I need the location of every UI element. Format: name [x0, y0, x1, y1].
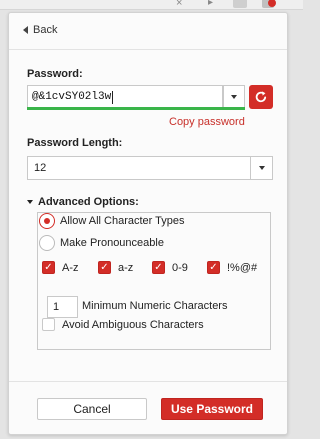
chevron-down-icon [231, 95, 237, 99]
checkmark-icon[interactable]: ✓ [98, 261, 111, 274]
copy-password-link[interactable]: Copy password [169, 116, 245, 128]
checkmark-icon[interactable]: ✓ [207, 261, 220, 274]
back-arrow-icon [23, 26, 28, 34]
checkbox-lowercase[interactable]: ✓ a-z [98, 261, 133, 274]
advanced-options-heading: Advanced Options: [38, 196, 139, 208]
password-input[interactable]: @&1cvSY02l3w [27, 85, 223, 108]
length-dropdown-toggle[interactable] [250, 157, 272, 179]
password-history-dropdown[interactable] [223, 85, 245, 108]
text-caret [112, 90, 114, 104]
use-password-button[interactable]: Use Password [161, 398, 263, 420]
checkbox-label: Avoid Ambiguous Characters [62, 318, 204, 331]
checkbox-label: A-z [62, 261, 79, 274]
password-generator-popup: Back Password: @&1cvSY02l3w Copy passwor… [8, 12, 288, 435]
back-button[interactable]: Back [23, 24, 57, 36]
cancel-button[interactable]: Cancel [37, 398, 147, 420]
chevron-down-icon [258, 166, 265, 170]
back-label: Back [33, 24, 58, 36]
password-strength-bar [27, 107, 245, 110]
nav-arrow-icon[interactable]: ▸ [208, 0, 213, 8]
minimum-numeric-label: Minimum Numeric Characters [82, 300, 228, 312]
checkbox-uppercase[interactable]: ✓ A-z [42, 261, 79, 274]
radio-make-pronounceable[interactable]: Make Pronounceable [39, 235, 164, 251]
lastpass-badge-icon [268, 0, 276, 7]
divider [9, 49, 287, 50]
password-length-label: Password Length: [27, 137, 123, 149]
checkbox-avoid-ambiguous[interactable]: Avoid Ambiguous Characters [42, 318, 204, 331]
extension-icon[interactable] [233, 0, 247, 8]
regenerate-password-button[interactable] [249, 85, 273, 109]
radio-unselected-icon[interactable] [39, 235, 55, 251]
checkbox-label: !%@# [227, 261, 258, 274]
refresh-icon [255, 91, 267, 103]
checkbox-empty-icon[interactable] [42, 318, 55, 331]
checkbox-numbers[interactable]: ✓ 0-9 [152, 261, 188, 274]
radio-label: Allow All Character Types [60, 215, 185, 227]
radio-selected-icon[interactable] [39, 213, 55, 229]
password-length-select[interactable]: 12 [27, 156, 273, 180]
password-value: @&1cvSY02l3w [32, 91, 112, 103]
radio-label: Make Pronounceable [60, 237, 164, 249]
password-label: Password: [27, 68, 83, 80]
minimum-numeric-value: 1 [53, 301, 60, 313]
footer-divider [9, 381, 287, 382]
expand-triangle-icon [27, 200, 33, 204]
minimum-numeric-input[interactable]: 1 [47, 296, 78, 318]
checkbox-label: a-z [118, 261, 134, 274]
checkmark-icon[interactable]: ✓ [152, 261, 165, 274]
checkmark-icon[interactable]: ✓ [42, 261, 55, 274]
checkbox-label: 0-9 [172, 261, 188, 274]
close-tab-icon[interactable]: × [176, 0, 182, 9]
advanced-options-toggle[interactable]: Advanced Options: [27, 196, 139, 208]
radio-allow-all-types[interactable]: Allow All Character Types [39, 213, 185, 229]
password-length-value: 12 [34, 162, 47, 174]
checkbox-symbols[interactable]: ✓ !%@# [207, 261, 257, 274]
browser-toolbar: × ▸ [0, 0, 303, 10]
